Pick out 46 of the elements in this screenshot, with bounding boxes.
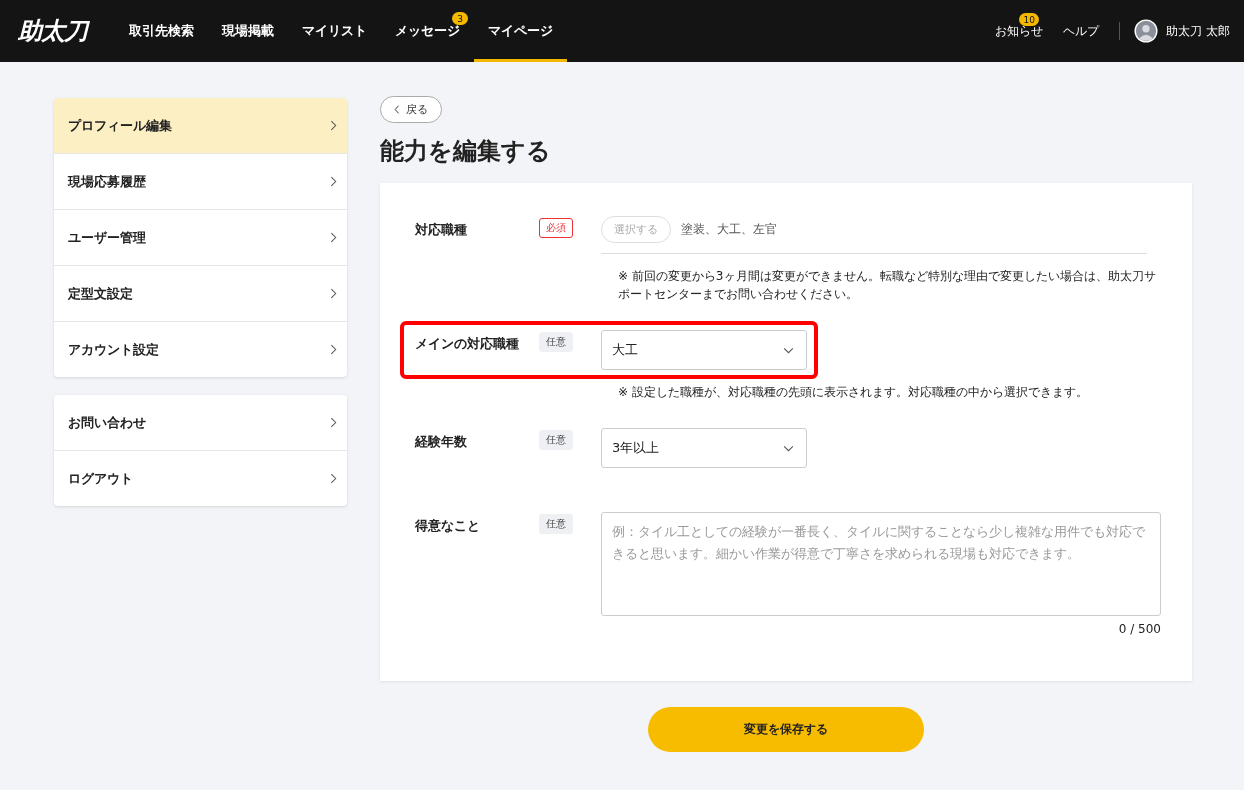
requirement-tag: 任意: [539, 430, 573, 450]
field-label: 得意なこと: [415, 517, 481, 535]
avatar-icon[interactable]: [1134, 19, 1159, 43]
sidebar-item[interactable]: お問い合わせ: [54, 395, 347, 450]
help-note: ※ 設定した職種が、対応職種の先頭に表示されます。対応職種の中から選択できます。: [618, 384, 1089, 401]
requirement-tag: 必須: [539, 218, 573, 238]
dropdown-field[interactable]: 3年以上: [601, 428, 807, 468]
field-label: 対応職種: [415, 221, 468, 239]
chevron-right-icon: [330, 176, 337, 187]
sidebar-item[interactable]: 定型文設定: [54, 265, 347, 321]
count-badge: 3: [452, 12, 468, 25]
nav-tab[interactable]: マイページ: [474, 0, 567, 62]
sidebar-item[interactable]: ログアウト: [54, 450, 347, 506]
field-label: メインの対応職種: [415, 335, 520, 353]
requirement-tag: 任意: [539, 332, 573, 352]
chevron-right-icon: [330, 417, 337, 428]
count-badge: 10: [1019, 13, 1040, 26]
selected-trades: 塗装、大工、左官: [681, 221, 777, 238]
nav-tab[interactable]: 取引先検索: [115, 0, 208, 62]
character-counter: 0 / 500: [1118, 622, 1161, 636]
chevron-down-icon: [783, 444, 794, 452]
chevron-right-icon: [330, 120, 337, 131]
text-area-field[interactable]: 例：タイル工としての経験が一番長く、タイルに関することなら少し複雑な用件でも対応できると思います。細かい作業が得意で丁寧さを求められる現場も対応できます。: [601, 512, 1161, 616]
chevron-right-icon: [330, 232, 337, 243]
chevron-down-icon: [783, 346, 794, 354]
chevron-right-icon: [330, 288, 337, 299]
help-link[interactable]: ヘルプ: [1053, 0, 1110, 62]
notifications-link[interactable]: お知らせ 10: [985, 0, 1054, 62]
nav-tab[interactable]: メッセージ 3: [381, 0, 474, 62]
help-note: ※ 前回の変更から3ヶ月間は変更ができません。転職など特別な理由で変更したい場合は、助太刀サポートセンターまでお問い合わせください。: [618, 268, 1157, 303]
dropdown-field[interactable]: 大工: [601, 330, 807, 370]
chevron-left-icon: [394, 105, 400, 114]
sidebar-item[interactable]: アカウント設定: [54, 321, 347, 377]
requirement-tag: 任意: [539, 514, 573, 534]
user-name[interactable]: 助太刀 太郎: [1166, 22, 1230, 40]
save-button[interactable]: 変更を保存する: [648, 707, 924, 752]
back-button[interactable]: 戻る: [380, 96, 442, 123]
sidebar-item[interactable]: 現場応募履歴: [54, 153, 347, 209]
chevron-right-icon: [330, 473, 337, 484]
chevron-right-icon: [330, 344, 337, 355]
nav-tab[interactable]: マイリスト: [288, 0, 381, 62]
field-label: 経験年数: [415, 433, 468, 451]
sidebar-item[interactable]: ユーザー管理: [54, 209, 347, 265]
nav-tab[interactable]: 現場掲載: [208, 0, 288, 62]
sidebar-item[interactable]: プロフィール編集: [54, 98, 347, 153]
page-title: 能力を編集する: [380, 136, 552, 167]
